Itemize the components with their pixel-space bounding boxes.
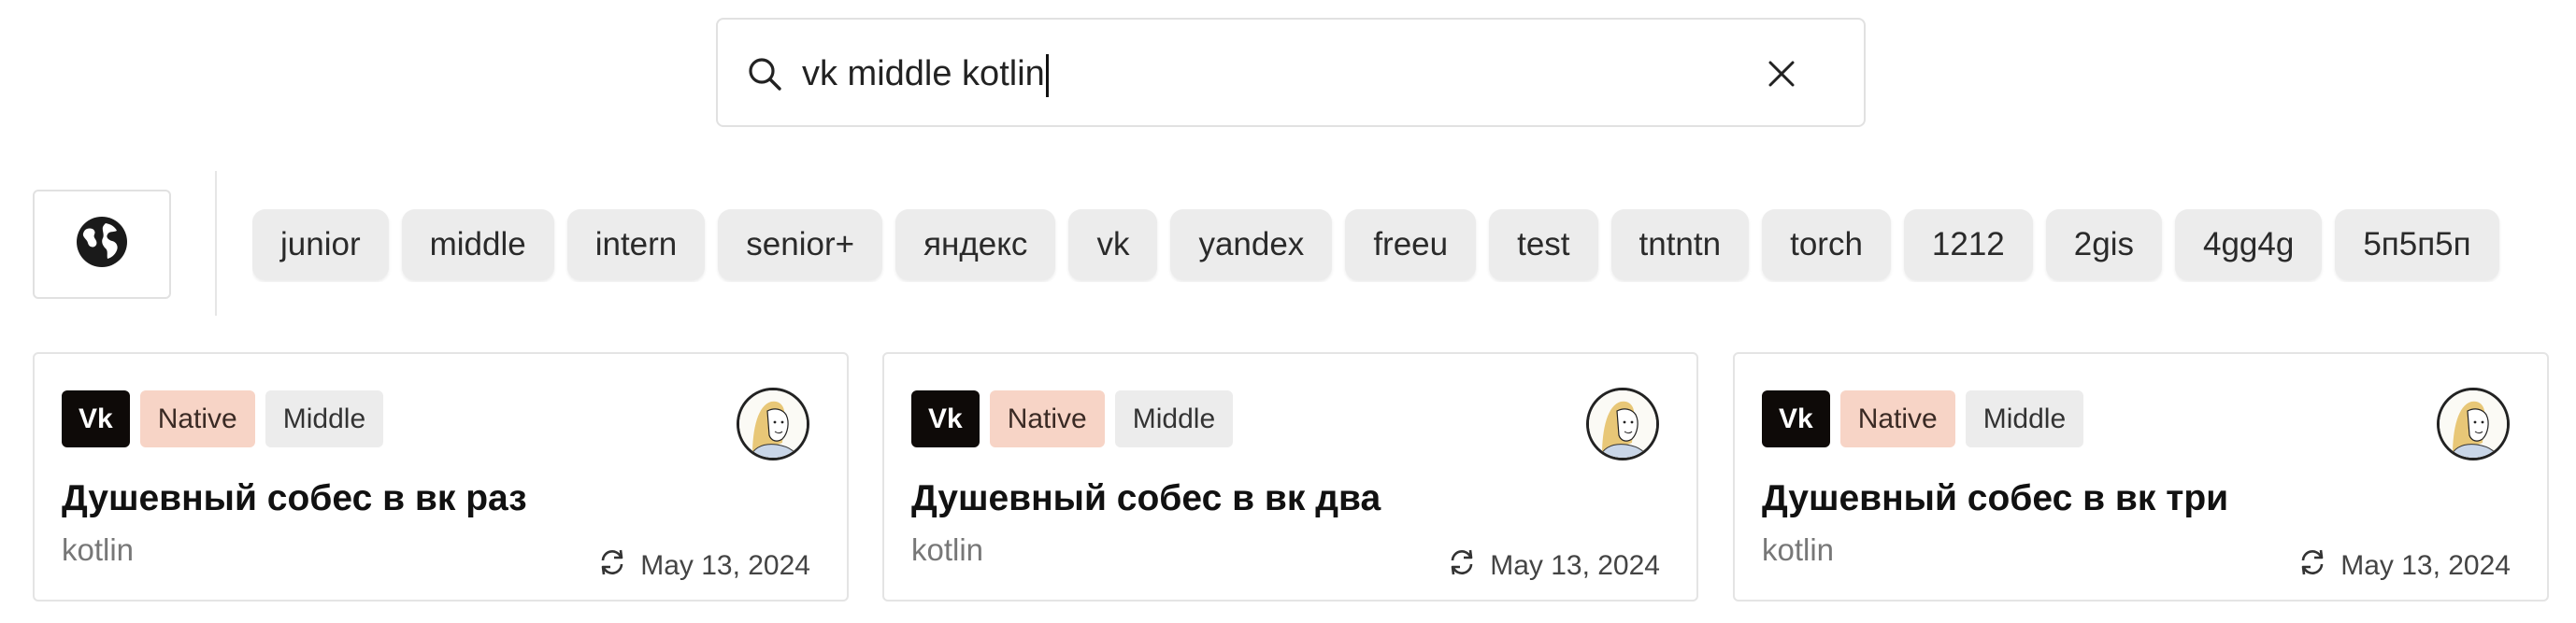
- text-caret: [1045, 53, 1049, 97]
- level-badge: Middle: [1114, 390, 1234, 447]
- tag-chip[interactable]: torch: [1762, 209, 1891, 280]
- tag-chip[interactable]: 1212: [1903, 209, 2033, 280]
- platform-badge: Native: [989, 390, 1105, 447]
- date-text: May 13, 2024: [1490, 550, 1660, 581]
- globe-icon: [74, 214, 130, 275]
- platform-badge: Native: [1839, 390, 1955, 447]
- author-avatar: [2437, 388, 2510, 460]
- search-icon: [746, 55, 783, 92]
- refresh-icon: [2296, 545, 2329, 587]
- close-icon[interactable]: [1763, 55, 1800, 92]
- filters-divider: [215, 171, 217, 316]
- platform-badge: Native: [139, 390, 255, 447]
- search-input[interactable]: vk middle kotlin: [802, 48, 1737, 100]
- card-date: May 13, 2024: [595, 545, 810, 587]
- tag-chip[interactable]: intern: [566, 209, 706, 280]
- tag-chip[interactable]: 2gis: [2045, 209, 2162, 280]
- tag-chip[interactable]: яндекс: [895, 209, 1056, 280]
- card-title: Душевный собес в вк три: [1762, 478, 2229, 518]
- card-title: Душевный собес в вк два: [911, 478, 1381, 518]
- card-date: May 13, 2024: [1445, 545, 1660, 587]
- tag-chip[interactable]: 5п5п5п: [2335, 209, 2499, 280]
- card-badges: Vk Native Middle: [911, 390, 1234, 447]
- refresh-icon: [595, 545, 629, 587]
- author-avatar: [1586, 388, 1659, 460]
- company-badge: Vk: [911, 390, 980, 447]
- refresh-icon: [1445, 545, 1479, 587]
- tag-chip[interactable]: tntntn: [1610, 209, 1750, 280]
- company-badge: Vk: [1762, 390, 1830, 447]
- interview-card[interactable]: Vk Native Middle Душевный собес в вк два…: [882, 352, 1698, 602]
- search-bar[interactable]: vk middle kotlin: [716, 18, 1866, 127]
- language-button[interactable]: [33, 190, 171, 299]
- tag-chip[interactable]: senior+: [718, 209, 883, 280]
- card-date: May 13, 2024: [2296, 545, 2511, 587]
- tag-chip[interactable]: vk: [1068, 209, 1158, 280]
- tag-chip[interactable]: freeu: [1345, 209, 1477, 280]
- card-subtitle: kotlin: [1762, 532, 1835, 567]
- tag-chip[interactable]: junior: [252, 209, 389, 280]
- card-badges: Vk Native Middle: [1762, 390, 2084, 447]
- tag-chip[interactable]: test: [1489, 209, 1598, 280]
- card-title: Душевный собес в вк раз: [62, 478, 527, 518]
- interview-card[interactable]: Vk Native Middle Душевный собес в вк раз…: [33, 352, 849, 602]
- company-badge: Vk: [62, 390, 130, 447]
- level-badge: Middle: [1965, 390, 2084, 447]
- card-subtitle: kotlin: [62, 532, 135, 567]
- card-badges: Vk Native Middle: [62, 390, 384, 447]
- tag-chip[interactable]: middle: [401, 209, 554, 280]
- date-text: May 13, 2024: [640, 550, 810, 581]
- tag-chip[interactable]: 4gg4g: [2175, 209, 2323, 280]
- card-subtitle: kotlin: [911, 532, 984, 567]
- tag-filter-list: junior middle intern senior+ яндекс vk yandex f…: [252, 209, 2546, 282]
- interview-card[interactable]: Vk Native Middle Душевный собес в вк три…: [1733, 352, 2549, 602]
- author-avatar: [737, 388, 809, 460]
- level-badge: Middle: [265, 390, 384, 447]
- tag-chip[interactable]: yandex: [1170, 209, 1333, 280]
- date-text: May 13, 2024: [2340, 550, 2511, 581]
